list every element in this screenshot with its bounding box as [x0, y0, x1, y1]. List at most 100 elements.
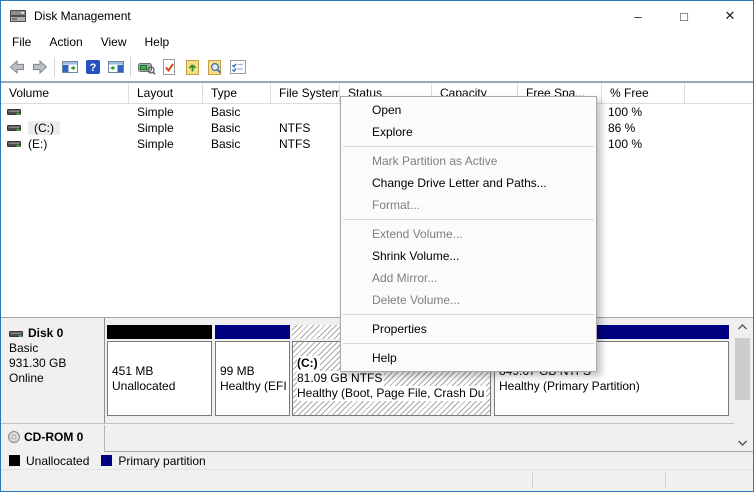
- svg-text:?: ?: [89, 62, 96, 74]
- task-list-icon[interactable]: [226, 56, 249, 78]
- menu-item-explore[interactable]: Explore: [341, 121, 596, 143]
- volume-drive-icon: [7, 125, 21, 131]
- action-pane-icon[interactable]: [104, 56, 127, 78]
- back-icon[interactable]: [5, 56, 28, 78]
- partition-status: Healthy (Boot, Page File, Crash Du: [297, 386, 487, 401]
- disk0-status: Online: [9, 371, 44, 385]
- layout-cell: Simple: [137, 121, 174, 135]
- partition-size: 81.09 GB NTFS: [297, 371, 385, 386]
- partition-status: Healthy (Primary Partition): [499, 378, 640, 393]
- status-bar: [1, 469, 753, 491]
- cdrom-name: CD-ROM 0: [24, 430, 84, 444]
- menu-item-help[interactable]: Help: [341, 347, 596, 369]
- cdrom-icon: [8, 431, 20, 443]
- menu-item-shrink-volume[interactable]: Shrink Volume...: [341, 245, 596, 267]
- partition-info: 99 MB Healthy (EFI: [215, 341, 290, 416]
- partition-size: 451 MB: [112, 363, 154, 378]
- menu-separator: [343, 343, 594, 344]
- maximize-button[interactable]: □: [661, 2, 707, 31]
- menu-separator: [343, 314, 594, 315]
- layout-cell: Simple: [137, 105, 174, 119]
- volume-name: (E:): [28, 137, 48, 151]
- volume-drive-icon: [7, 141, 21, 147]
- toolbar-separator: [54, 57, 55, 77]
- legend-swatch-primary: [101, 455, 113, 466]
- legend-bar: Unallocated Primary partition: [1, 451, 753, 469]
- menu-separator: [343, 146, 594, 147]
- volume-context-menu: Open Explore Mark Partition as Active Ch…: [340, 96, 597, 372]
- column-header-volume[interactable]: Volume: [1, 83, 129, 103]
- partition-info: 451 MB Unallocated: [107, 341, 212, 416]
- volume-drive-icon: [7, 109, 21, 115]
- scroll-up-icon[interactable]: [734, 319, 751, 334]
- disk0-kind: Basic: [9, 341, 39, 355]
- vertical-scrollbar[interactable]: [734, 319, 751, 450]
- help-icon[interactable]: ?: [81, 56, 104, 78]
- status-bar-divider: [532, 473, 533, 488]
- layout-cell: Simple: [137, 137, 174, 151]
- file-system-cell: NTFS: [279, 121, 311, 135]
- menu-item-mark-partition-active: Mark Partition as Active: [372, 154, 498, 168]
- minimize-button[interactable]: –: [615, 2, 661, 31]
- menu-item-add-mirror: Add Mirror...: [372, 271, 438, 285]
- volume-cell: (C:): [1, 121, 129, 135]
- partition-efi[interactable]: 99 MB Healthy (EFI: [215, 325, 290, 418]
- cdrom-label-panel[interactable]: CD-ROM 0: [1, 425, 105, 452]
- type-cell: Basic: [211, 105, 241, 119]
- type-cell: Basic: [211, 121, 241, 135]
- volume-cell: [1, 107, 129, 117]
- partition-label: (C:): [297, 356, 320, 371]
- menu-item-properties[interactable]: Properties: [341, 318, 596, 340]
- status-bar-divider: [665, 473, 666, 488]
- partition-color-bar: [107, 325, 212, 339]
- rescan-disks-icon[interactable]: [134, 56, 157, 78]
- disk-icon: [9, 330, 23, 337]
- menu-action[interactable]: Action: [40, 33, 91, 51]
- scroll-down-icon[interactable]: [734, 435, 751, 450]
- folder-search-icon[interactable]: [203, 56, 226, 78]
- menu-item-format: Format...: [372, 198, 421, 212]
- menu-bar: File Action View Help: [1, 31, 753, 53]
- forward-icon[interactable]: [28, 56, 51, 78]
- menu-item-extend-volume: Extend Volume...: [372, 227, 463, 241]
- pct-free-cell: 100 %: [608, 137, 643, 151]
- folder-up-icon[interactable]: [180, 56, 203, 78]
- disk0-capacity: 931.30 GB: [9, 356, 67, 370]
- pct-free-cell: 100 %: [608, 105, 643, 119]
- disk0-title: Disk 0: [9, 326, 104, 341]
- column-header-file-system[interactable]: File System: [271, 83, 340, 103]
- volume-name: (C:): [28, 121, 60, 135]
- close-button[interactable]: ✕: [707, 2, 753, 31]
- file-system-cell: NTFS: [279, 137, 311, 151]
- cdrom-row: CD-ROM 0: [1, 425, 734, 452]
- toolbar-separator: [130, 57, 131, 77]
- menu-item-open[interactable]: Open: [341, 99, 596, 121]
- pct-free-cell: 86 %: [608, 121, 636, 135]
- menu-item-delete-volume: Delete Volume...: [372, 293, 461, 307]
- title-bar: Disk Management – □ ✕: [1, 1, 753, 31]
- window-title: Disk Management: [34, 9, 131, 23]
- scrollbar-thumb[interactable]: [735, 338, 750, 400]
- disk0-label-panel[interactable]: Disk 0 Basic 931.30 GB Online: [1, 318, 105, 423]
- legend-label-primary: Primary partition: [118, 453, 206, 468]
- column-header-layout[interactable]: Layout: [129, 83, 203, 103]
- toolbar: ?: [1, 53, 753, 83]
- disk0-name: Disk 0: [28, 326, 64, 340]
- check-document-icon[interactable]: [157, 56, 180, 78]
- partition-status: Healthy (EFI: [220, 378, 287, 393]
- menu-separator: [343, 219, 594, 220]
- menu-file[interactable]: File: [3, 33, 40, 51]
- disk-management-window: Disk Management – □ ✕ File Action View H…: [0, 0, 754, 492]
- column-header-type[interactable]: Type: [203, 83, 271, 103]
- menu-help[interactable]: Help: [136, 33, 179, 51]
- partition-unallocated[interactable]: 451 MB Unallocated: [107, 325, 212, 418]
- console-tree-icon[interactable]: [58, 56, 81, 78]
- menu-view[interactable]: View: [92, 33, 136, 51]
- partition-color-bar: [215, 325, 290, 339]
- legend-swatch-unallocated: [9, 455, 20, 466]
- legend-label-unallocated: Unallocated: [26, 453, 90, 468]
- column-header-pct-free[interactable]: % Free: [602, 83, 685, 103]
- volume-cell: (E:): [1, 137, 129, 151]
- app-drive-icon: [10, 10, 26, 22]
- menu-item-change-drive-letter[interactable]: Change Drive Letter and Paths...: [341, 172, 596, 194]
